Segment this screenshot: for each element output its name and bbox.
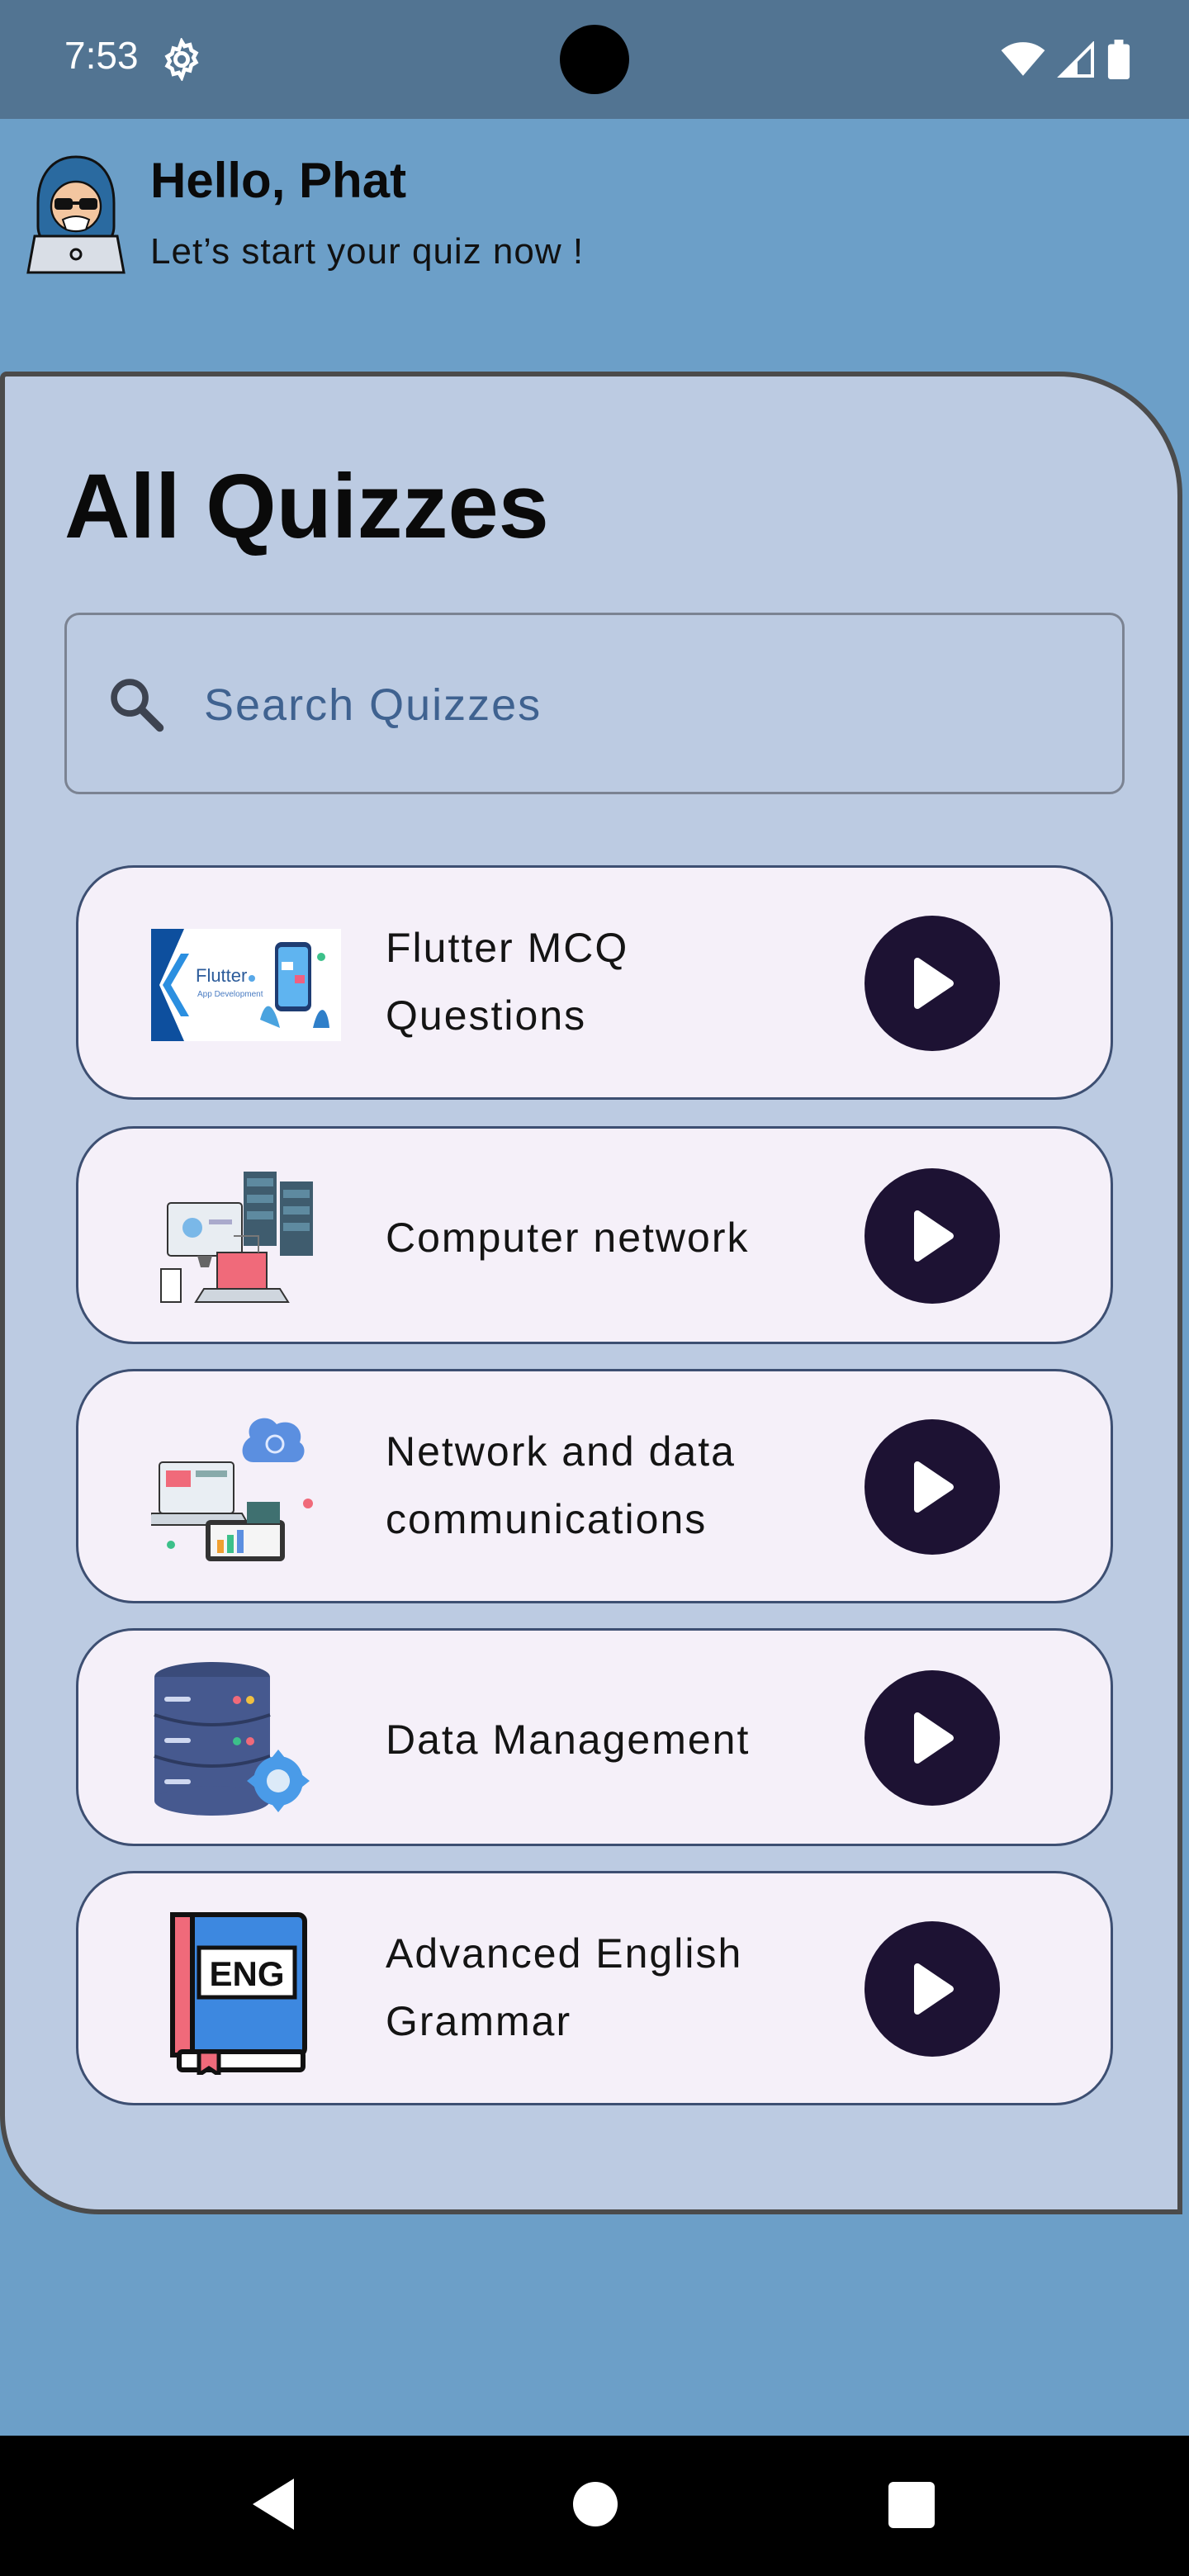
navigation-bar <box>0 2436 1189 2576</box>
cellular-signal-icon <box>1057 41 1094 78</box>
status-bar: 7:53 <box>0 0 1189 119</box>
search-icon <box>111 679 164 732</box>
quiz-title: Data Management <box>386 1717 751 1763</box>
play-button[interactable] <box>865 916 1000 1051</box>
quiz-card-english-grammar[interactable]: ENG Advanced English Grammar <box>76 1871 1113 2105</box>
flutter-app-development-image: Flutter App Development <box>151 929 341 1041</box>
svg-text:Flutter: Flutter <box>196 965 247 986</box>
eng-book-image: ENG <box>151 1910 316 2075</box>
computer-network-image <box>160 1172 313 1303</box>
search-bar[interactable] <box>64 613 1125 794</box>
quiz-card-computer-network[interactable]: Computer network <box>76 1126 1113 1344</box>
play-icon <box>914 1210 954 1262</box>
settings-gear-icon <box>164 38 199 81</box>
status-time: 7:53 <box>64 34 139 77</box>
book-cover-text: ENG <box>209 1954 285 1993</box>
home-icon[interactable] <box>573 2482 618 2526</box>
wifi-icon <box>1001 42 1045 76</box>
greeting-subtitle: Let’s start your quiz now ! <box>150 231 585 272</box>
greeting-title: Hello, Phat <box>150 153 407 208</box>
play-button[interactable] <box>865 1168 1000 1304</box>
play-button[interactable] <box>865 1670 1000 1806</box>
play-icon <box>914 1461 954 1513</box>
quiz-card-data-communications[interactable]: Network and data communications <box>76 1369 1113 1603</box>
play-icon <box>914 1712 954 1764</box>
database-gear-image <box>154 1662 310 1816</box>
play-button[interactable] <box>865 1921 1000 2057</box>
svg-text:App Development: App Development <box>197 990 263 999</box>
data-communications-image <box>151 1418 313 1561</box>
status-icons <box>1001 38 1131 81</box>
quiz-title: Flutter MCQ Questions <box>386 925 629 1039</box>
play-button[interactable] <box>865 1419 1000 1555</box>
battery-icon <box>1107 40 1130 79</box>
search-input[interactable] <box>202 671 1081 739</box>
recents-icon[interactable] <box>888 2482 935 2528</box>
quiz-card-flutter[interactable]: Flutter App Development Flutter MCQ Ques… <box>76 865 1113 1100</box>
back-icon[interactable] <box>248 2475 299 2533</box>
quiz-title: Advanced English Grammar <box>386 1930 743 2044</box>
quiz-title: Computer network <box>386 1215 750 1261</box>
play-icon <box>914 958 954 1009</box>
hacker-avatar-icon[interactable] <box>25 154 127 277</box>
play-icon <box>914 1963 954 2015</box>
quiz-card-data-management[interactable]: Data Management <box>76 1628 1113 1846</box>
page-title: All Quizzes <box>64 456 549 557</box>
camera-cutout <box>560 25 629 94</box>
quiz-title: Network and data communications <box>386 1428 736 1542</box>
